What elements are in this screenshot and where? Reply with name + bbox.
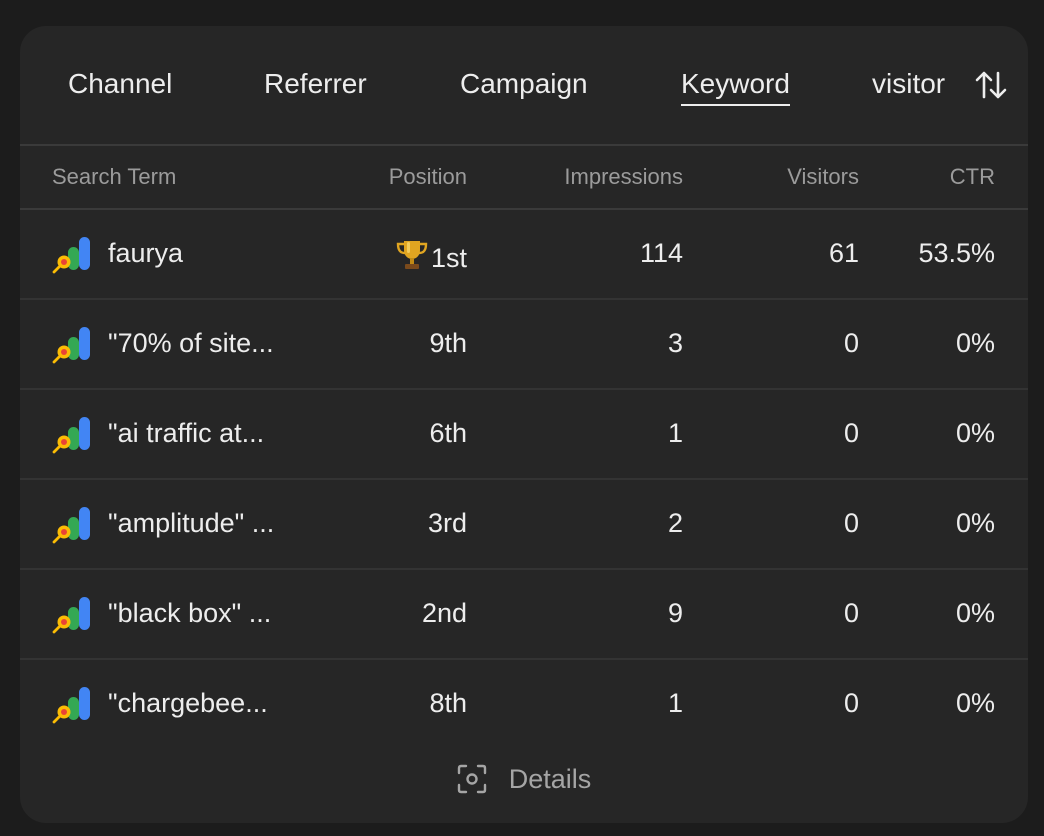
header-impressions[interactable]: Impressions xyxy=(564,164,683,190)
table-row[interactable]: faurya 1st 114 61 53.5% xyxy=(20,210,1028,300)
sort-arrows-icon[interactable] xyxy=(974,68,1008,102)
google-search-console-icon xyxy=(52,327,90,364)
ctr-value: 53.5% xyxy=(918,238,995,268)
search-term: "70% of site... xyxy=(108,328,274,358)
position-value: 9th xyxy=(429,328,467,358)
focus-scan-icon xyxy=(457,764,486,794)
details-label: Details xyxy=(508,764,592,794)
visitors-value: 0 xyxy=(843,688,859,718)
trophy-icon xyxy=(396,241,428,269)
impressions-value: 2 xyxy=(667,508,683,538)
ctr-value: 0% xyxy=(955,328,995,358)
search-term: "amplitude" ... xyxy=(108,508,275,538)
google-search-console-icon xyxy=(52,417,90,454)
search-term: "ai traffic at... xyxy=(108,418,265,448)
table-row[interactable]: "black box" ... 2nd 9 0 0% xyxy=(20,570,1028,660)
header-search-term[interactable]: Search Term xyxy=(52,164,176,190)
impressions-value: 3 xyxy=(667,328,683,358)
keyword-card: Channel Referrer Campaign Keyword visito… xyxy=(20,26,1028,823)
google-search-console-icon xyxy=(52,687,90,724)
table-header: Search Term Position Impressions Visitor… xyxy=(20,146,1028,210)
tab-referrer[interactable]: Referrer xyxy=(264,68,367,100)
google-search-console-icon xyxy=(52,597,90,634)
search-term: "chargebee... xyxy=(108,688,268,718)
impressions-value: 114 xyxy=(639,238,683,268)
details-button[interactable]: Details xyxy=(20,764,1028,804)
header-position[interactable]: Position xyxy=(389,164,467,190)
tab-keyword[interactable]: Keyword xyxy=(681,68,790,106)
table-row[interactable]: "70% of site... 9th 3 0 0% xyxy=(20,300,1028,390)
table-row[interactable]: "chargebee... 8th 1 0 0% xyxy=(20,660,1028,748)
position-value: 6th xyxy=(429,418,467,448)
table-row[interactable]: "amplitude" ... 3rd 2 0 0% xyxy=(20,480,1028,570)
search-term: faurya xyxy=(108,238,184,268)
visitors-value: 0 xyxy=(843,418,859,448)
impressions-value: 1 xyxy=(667,418,683,448)
visitors-value: 0 xyxy=(843,598,859,628)
position-value: 3rd xyxy=(427,508,467,538)
google-search-console-icon xyxy=(52,237,90,274)
header-visitors[interactable]: Visitors xyxy=(787,164,859,190)
tab-channel[interactable]: Channel xyxy=(68,68,172,100)
visitors-value: 0 xyxy=(843,508,859,538)
tab-bar: Channel Referrer Campaign Keyword visito… xyxy=(20,26,1028,146)
position-value: 2nd xyxy=(421,598,467,628)
table-row[interactable]: "ai traffic at... 6th 1 0 0% xyxy=(20,390,1028,480)
ctr-value: 0% xyxy=(955,418,995,448)
search-term: "black box" ... xyxy=(108,598,272,628)
header-ctr[interactable]: CTR xyxy=(950,164,995,190)
ctr-value: 0% xyxy=(955,508,995,538)
ctr-value: 0% xyxy=(955,688,995,718)
impressions-value: 1 xyxy=(667,688,683,718)
sort-by-visitor-label[interactable]: visitor xyxy=(872,68,945,100)
tab-campaign[interactable]: Campaign xyxy=(460,68,588,100)
visitors-value: 61 xyxy=(828,238,859,268)
visitors-value: 0 xyxy=(843,328,859,358)
position-value: 1st xyxy=(430,243,467,273)
position-value: 8th xyxy=(429,688,467,718)
impressions-value: 9 xyxy=(667,598,683,628)
ctr-value: 0% xyxy=(955,598,995,628)
google-search-console-icon xyxy=(52,507,90,544)
position-cell: 1st xyxy=(395,238,467,274)
